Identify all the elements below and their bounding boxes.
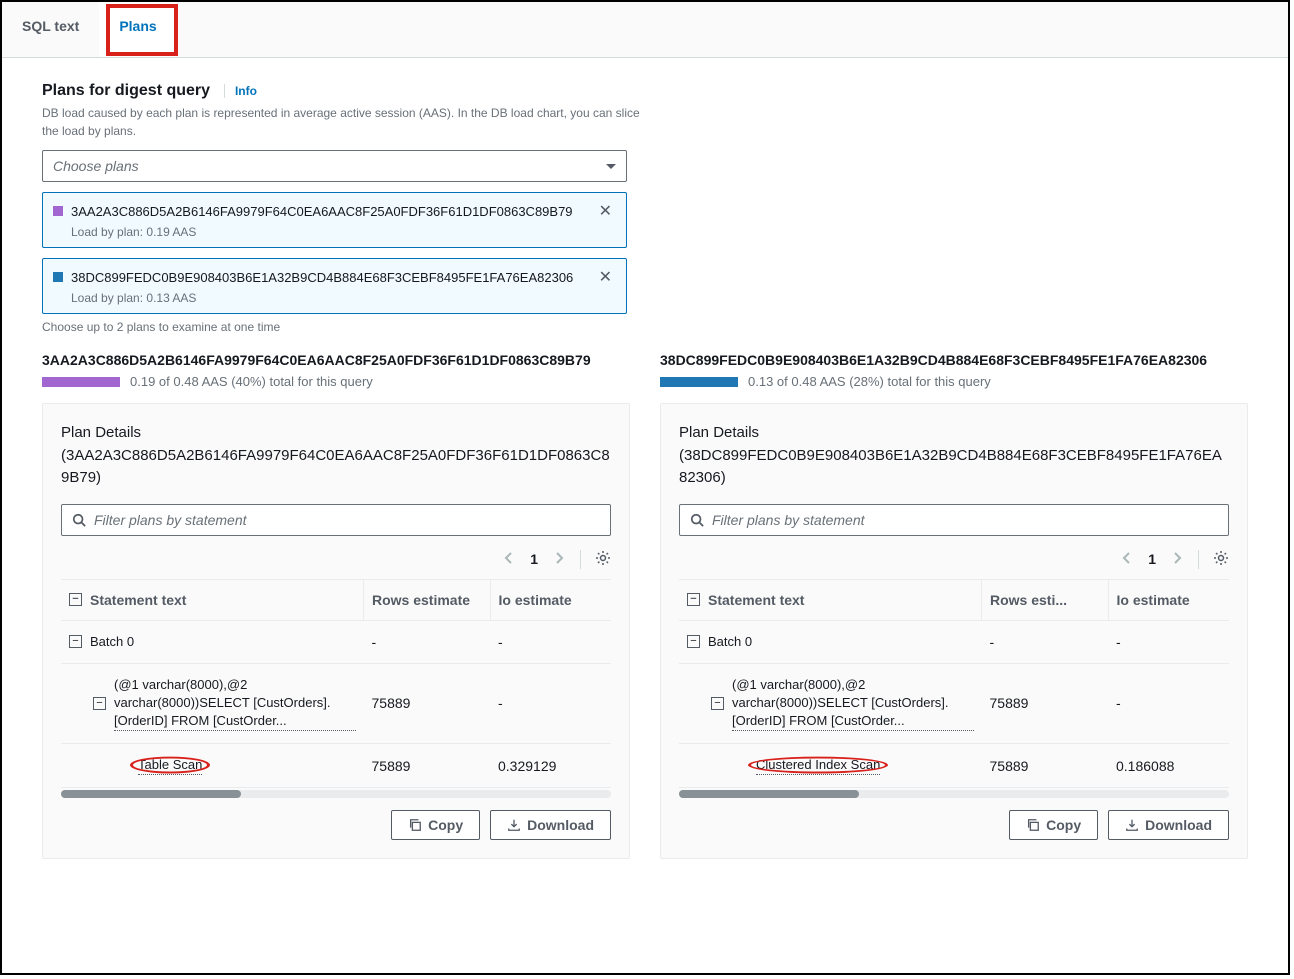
table-row: −(@1 varchar(8000),@2 varchar(8000))SELE…: [679, 663, 1229, 744]
settings-gear-button[interactable]: [580, 550, 611, 569]
rows-estimate-cell: -: [364, 620, 491, 663]
col-io-estimate[interactable]: Io estimate: [490, 579, 611, 620]
io-estimate-cell: 0.329129: [490, 744, 611, 788]
plan-color-swatch: [53, 206, 63, 216]
page-subtitle: DB load caused by each plan is represent…: [42, 104, 642, 140]
statement-text: Batch 0: [90, 633, 134, 651]
plan-column: 3AA2A3C886D5A2B6146FA9979F64C0EA6AAC8F25…: [42, 352, 630, 859]
load-bar: [660, 377, 738, 387]
tab-sql-text[interactable]: SQL text: [2, 2, 99, 57]
copy-button[interactable]: Copy: [391, 810, 480, 840]
plan-load-text: Load by plan: 0.13 AAS: [71, 291, 616, 305]
statement-text: Table Scan: [138, 756, 202, 775]
tab-plans[interactable]: Plans: [99, 2, 176, 57]
page-number: 1: [1148, 551, 1156, 567]
statement-text: Batch 0: [708, 633, 752, 651]
statement-text: (@1 varchar(8000),@2 varchar(8000))SELEC…: [732, 676, 974, 732]
selected-plan-chip: 3AA2A3C886D5A2B6146FA9979F64C0EA6AAC8F25…: [42, 192, 627, 248]
rows-estimate-cell: 75889: [364, 744, 491, 788]
page-number: 1: [530, 551, 538, 567]
horizontal-scrollbar[interactable]: [679, 790, 1229, 798]
rows-estimate-cell: 75889: [982, 663, 1109, 744]
plan-hash-heading: 38DC899FEDC0B9E908403B6E1A32B9CD4B884E68…: [660, 352, 1248, 368]
tabs-bar: SQL text Plans: [2, 2, 1288, 58]
choose-plans-dropdown[interactable]: Choose plans: [42, 150, 627, 182]
collapse-all-icon[interactable]: −: [69, 593, 82, 606]
io-estimate-cell: -: [1108, 663, 1229, 744]
helper-text: Choose up to 2 plans to examine at one t…: [42, 320, 1248, 334]
search-icon: [690, 513, 704, 527]
plan-details-title: Plan Details(3AA2A3C886D5A2B6146FA9979F6…: [61, 422, 611, 490]
page-prev-button[interactable]: [1122, 551, 1132, 568]
table-row: Clustered Index Scan 75889 0.186088: [679, 744, 1229, 788]
page-title: Plans for digest query: [42, 82, 210, 99]
plan-details-box: Plan Details(3AA2A3C886D5A2B6146FA9979F6…: [42, 403, 630, 859]
plan-details-box: Plan Details(38DC899FEDC0B9E908403B6E1A3…: [660, 403, 1248, 859]
io-estimate-cell: -: [490, 663, 611, 744]
plan-hash: 38DC899FEDC0B9E908403B6E1A32B9CD4B884E68…: [71, 270, 595, 285]
table-row: Table Scan 75889 0.329129: [61, 744, 611, 788]
col-statement-text[interactable]: −Statement text: [679, 579, 982, 620]
collapse-icon[interactable]: −: [687, 635, 700, 648]
load-summary: 0.19 of 0.48 AAS (40%) total for this qu…: [130, 374, 373, 389]
download-button[interactable]: Download: [490, 810, 611, 840]
copy-button[interactable]: Copy: [1009, 810, 1098, 840]
close-icon[interactable]: ✕: [595, 267, 616, 287]
settings-gear-button[interactable]: [1198, 550, 1229, 569]
io-estimate-cell: -: [490, 620, 611, 663]
collapse-icon[interactable]: −: [711, 697, 724, 710]
col-io-estimate[interactable]: Io estimate: [1108, 579, 1229, 620]
plan-table: −Statement text Rows esti... Io estimate…: [679, 579, 1229, 789]
filter-placeholder: Filter plans by statement: [712, 512, 865, 528]
selected-plan-chip: 38DC899FEDC0B9E908403B6E1A32B9CD4B884E68…: [42, 258, 627, 314]
collapse-all-icon[interactable]: −: [687, 593, 700, 606]
filter-placeholder: Filter plans by statement: [94, 512, 247, 528]
plan-color-swatch: [53, 272, 63, 282]
rows-estimate-cell: -: [982, 620, 1109, 663]
table-row: −Batch 0 - -: [679, 620, 1229, 663]
plan-hash: 3AA2A3C886D5A2B6146FA9979F64C0EA6AAC8F25…: [71, 204, 595, 219]
statement-text: Clustered Index Scan: [756, 756, 880, 775]
dropdown-placeholder: Choose plans: [53, 158, 139, 174]
filter-plans-input[interactable]: Filter plans by statement: [61, 504, 611, 536]
plan-table: −Statement text Rows estimate Io estimat…: [61, 579, 611, 789]
col-statement-text[interactable]: −Statement text: [61, 579, 364, 620]
col-rows-estimate[interactable]: Rows esti...: [982, 579, 1109, 620]
rows-estimate-cell: 75889: [982, 744, 1109, 788]
io-estimate-cell: -: [1108, 620, 1229, 663]
plan-column: 38DC899FEDC0B9E908403B6E1A32B9CD4B884E68…: [660, 352, 1248, 859]
plan-details-title: Plan Details(38DC899FEDC0B9E908403B6E1A3…: [679, 422, 1229, 490]
load-bar: [42, 377, 120, 387]
plan-load-text: Load by plan: 0.19 AAS: [71, 225, 616, 239]
collapse-icon[interactable]: −: [69, 635, 82, 648]
download-button[interactable]: Download: [1108, 810, 1229, 840]
collapse-icon[interactable]: −: [93, 697, 106, 710]
rows-estimate-cell: 75889: [364, 663, 491, 744]
caret-down-icon: [606, 164, 616, 169]
close-icon[interactable]: ✕: [595, 201, 616, 221]
page-next-button[interactable]: [1172, 551, 1182, 568]
col-rows-estimate[interactable]: Rows estimate: [364, 579, 491, 620]
filter-plans-input[interactable]: Filter plans by statement: [679, 504, 1229, 536]
search-icon: [72, 513, 86, 527]
table-row: −(@1 varchar(8000),@2 varchar(8000))SELE…: [61, 663, 611, 744]
plan-hash-heading: 3AA2A3C886D5A2B6146FA9979F64C0EA6AAC8F25…: [42, 352, 630, 368]
table-row: −Batch 0 - -: [61, 620, 611, 663]
io-estimate-cell: 0.186088: [1108, 744, 1229, 788]
statement-text: (@1 varchar(8000),@2 varchar(8000))SELEC…: [114, 676, 356, 732]
horizontal-scrollbar[interactable]: [61, 790, 611, 798]
load-summary: 0.13 of 0.48 AAS (28%) total for this qu…: [748, 374, 991, 389]
page-next-button[interactable]: [554, 551, 564, 568]
info-link[interactable]: Info: [224, 84, 257, 98]
page-prev-button[interactable]: [504, 551, 514, 568]
